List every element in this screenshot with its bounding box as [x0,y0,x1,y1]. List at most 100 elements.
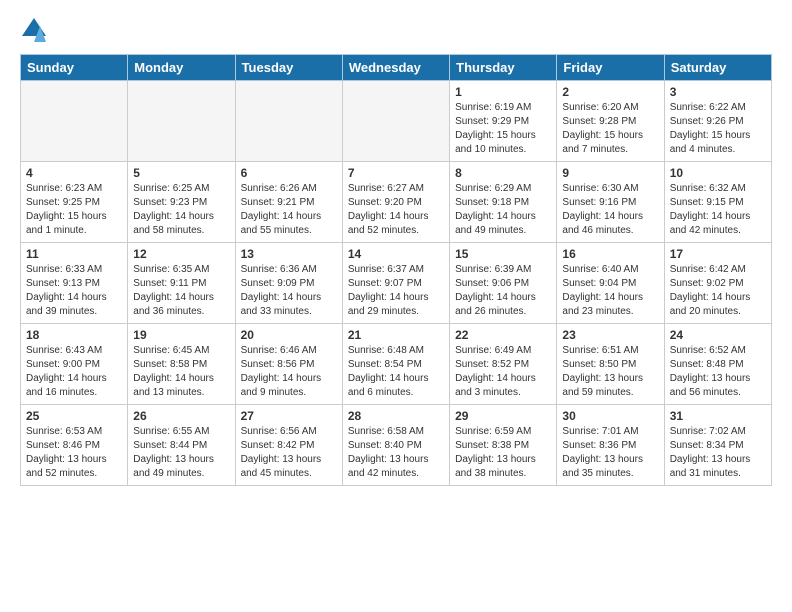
table-row: 6 Sunrise: 6:26 AM Sunset: 9:21 PM Daylig… [235,162,342,243]
table-row: 8Sunrise: 6:29 AM Sunset: 9:18 PM Daylig… [450,162,557,243]
day-info: Sunrise: 6:43 AM Sunset: 9:00 PM Dayligh… [26,344,122,400]
table-row: 22Sunrise: 6:49 AM Sunset: 8:52 PM Dayli… [450,324,557,405]
col-sunday: Sunday [21,55,128,81]
day-number: 29 [455,409,551,423]
table-row: 28 Sunrise: 6:58 AM Sunset: 8:40 PM Dayli… [342,405,449,486]
col-wednesday: Wednesday [342,55,449,81]
day-info: Sunrise: 6:19 AM Sunset: 9:29 PM Dayligh… [455,101,551,157]
calendar-header-row: Sunday Monday Tuesday Wednesday Thursday… [21,55,772,81]
table-row: 30 Sunrise: 7:01 AM Sunset: 8:36 PM Dayli… [557,405,664,486]
table-row: 31 Sunrise: 7:02 AM Sunset: 8:34 PM Dayli… [664,405,771,486]
day-number: 26 [133,409,229,423]
day-info: Sunrise: 6:37 AM Sunset: 9:07 PM Dayligh… [348,263,444,319]
calendar-table: Sunday Monday Tuesday Wednesday Thursday… [20,54,772,486]
day-info: Sunrise: 6:25 AM Sunset: 9:23 PM Dayligh… [133,182,229,238]
table-row: 11 Sunrise: 6:33 AM Sunset: 9:13 PM Dayli… [21,243,128,324]
day-number: 19 [133,328,229,342]
table-row: 3 Sunrise: 6:22 AM Sunset: 9:26 PM Daylig… [664,81,771,162]
day-info: Sunrise: 6:46 AM Sunset: 8:56 PM Dayligh… [241,344,337,400]
table-row: 24 Sunrise: 6:52 AM Sunset: 8:48 PM Dayli… [664,324,771,405]
day-info: Sunrise: 7:02 AM Sunset: 8:34 PM Dayligh… [670,425,766,481]
day-info: Sunrise: 6:51 AM Sunset: 8:50 PM Dayligh… [562,344,658,400]
table-row: 25Sunrise: 6:53 AM Sunset: 8:46 PM Dayli… [21,405,128,486]
table-row: 19 Sunrise: 6:45 AM Sunset: 8:58 PM Dayli… [128,324,235,405]
day-info: Sunrise: 6:30 AM Sunset: 9:16 PM Dayligh… [562,182,658,238]
logo [20,16,52,44]
day-number: 18 [26,328,122,342]
day-info: Sunrise: 6:22 AM Sunset: 9:26 PM Dayligh… [670,101,766,157]
table-row [128,81,235,162]
day-info: Sunrise: 6:48 AM Sunset: 8:54 PM Dayligh… [348,344,444,400]
table-row: 9Sunrise: 6:30 AM Sunset: 9:16 PM Daylig… [557,162,664,243]
day-number: 30 [562,409,658,423]
day-number: 31 [670,409,766,423]
table-row: 29 Sunrise: 6:59 AM Sunset: 8:38 PM Dayli… [450,405,557,486]
day-number: 15 [455,247,551,261]
table-row: 4Sunrise: 6:23 AM Sunset: 9:25 PM Daylig… [21,162,128,243]
day-info: Sunrise: 6:29 AM Sunset: 9:18 PM Dayligh… [455,182,551,238]
header [20,16,772,44]
calendar-week-row: 4Sunrise: 6:23 AM Sunset: 9:25 PM Daylig… [21,162,772,243]
calendar-week-row: 1 Sunrise: 6:19 AM Sunset: 9:29 PM Daylig… [21,81,772,162]
table-row [235,81,342,162]
day-number: 24 [670,328,766,342]
table-row: 16Sunrise: 6:40 AM Sunset: 9:04 PM Dayli… [557,243,664,324]
day-info: Sunrise: 6:52 AM Sunset: 8:48 PM Dayligh… [670,344,766,400]
day-number: 13 [241,247,337,261]
table-row: 20 Sunrise: 6:46 AM Sunset: 8:56 PM Dayli… [235,324,342,405]
day-info: Sunrise: 6:26 AM Sunset: 9:21 PM Dayligh… [241,182,337,238]
table-row: 12Sunrise: 6:35 AM Sunset: 9:11 PM Dayli… [128,243,235,324]
calendar-week-row: 25Sunrise: 6:53 AM Sunset: 8:46 PM Dayli… [21,405,772,486]
day-number: 14 [348,247,444,261]
day-info: Sunrise: 6:36 AM Sunset: 9:09 PM Dayligh… [241,263,337,319]
table-row: 10 Sunrise: 6:32 AM Sunset: 9:15 PM Dayli… [664,162,771,243]
page: Sunday Monday Tuesday Wednesday Thursday… [0,0,792,502]
day-number: 5 [133,166,229,180]
day-number: 20 [241,328,337,342]
day-number: 3 [670,85,766,99]
day-number: 7 [348,166,444,180]
table-row: 13 Sunrise: 6:36 AM Sunset: 9:09 PM Dayli… [235,243,342,324]
day-number: 23 [562,328,658,342]
day-number: 22 [455,328,551,342]
day-number: 21 [348,328,444,342]
day-number: 12 [133,247,229,261]
day-number: 11 [26,247,122,261]
table-row: 23 Sunrise: 6:51 AM Sunset: 8:50 PM Dayli… [557,324,664,405]
col-tuesday: Tuesday [235,55,342,81]
day-number: 4 [26,166,122,180]
calendar-week-row: 18 Sunrise: 6:43 AM Sunset: 9:00 PM Dayli… [21,324,772,405]
day-number: 6 [241,166,337,180]
day-info: Sunrise: 6:20 AM Sunset: 9:28 PM Dayligh… [562,101,658,157]
day-info: Sunrise: 6:45 AM Sunset: 8:58 PM Dayligh… [133,344,229,400]
day-number: 2 [562,85,658,99]
table-row: 7 Sunrise: 6:27 AM Sunset: 9:20 PM Daylig… [342,162,449,243]
col-friday: Friday [557,55,664,81]
table-row: 18 Sunrise: 6:43 AM Sunset: 9:00 PM Dayli… [21,324,128,405]
day-info: Sunrise: 6:42 AM Sunset: 9:02 PM Dayligh… [670,263,766,319]
table-row: 14 Sunrise: 6:37 AM Sunset: 9:07 PM Dayli… [342,243,449,324]
day-info: Sunrise: 6:39 AM Sunset: 9:06 PM Dayligh… [455,263,551,319]
table-row: 21 Sunrise: 6:48 AM Sunset: 8:54 PM Dayli… [342,324,449,405]
col-monday: Monday [128,55,235,81]
day-number: 16 [562,247,658,261]
table-row [342,81,449,162]
day-info: Sunrise: 6:56 AM Sunset: 8:42 PM Dayligh… [241,425,337,481]
day-number: 1 [455,85,551,99]
day-number: 17 [670,247,766,261]
table-row: 15 Sunrise: 6:39 AM Sunset: 9:06 PM Dayli… [450,243,557,324]
day-info: Sunrise: 6:32 AM Sunset: 9:15 PM Dayligh… [670,182,766,238]
day-info: Sunrise: 6:59 AM Sunset: 8:38 PM Dayligh… [455,425,551,481]
day-number: 27 [241,409,337,423]
day-number: 10 [670,166,766,180]
day-info: Sunrise: 6:58 AM Sunset: 8:40 PM Dayligh… [348,425,444,481]
day-number: 28 [348,409,444,423]
day-info: Sunrise: 6:33 AM Sunset: 9:13 PM Dayligh… [26,263,122,319]
day-number: 25 [26,409,122,423]
col-thursday: Thursday [450,55,557,81]
day-info: Sunrise: 7:01 AM Sunset: 8:36 PM Dayligh… [562,425,658,481]
day-info: Sunrise: 6:27 AM Sunset: 9:20 PM Dayligh… [348,182,444,238]
day-info: Sunrise: 6:55 AM Sunset: 8:44 PM Dayligh… [133,425,229,481]
logo-icon [20,16,48,44]
table-row: 17 Sunrise: 6:42 AM Sunset: 9:02 PM Dayli… [664,243,771,324]
